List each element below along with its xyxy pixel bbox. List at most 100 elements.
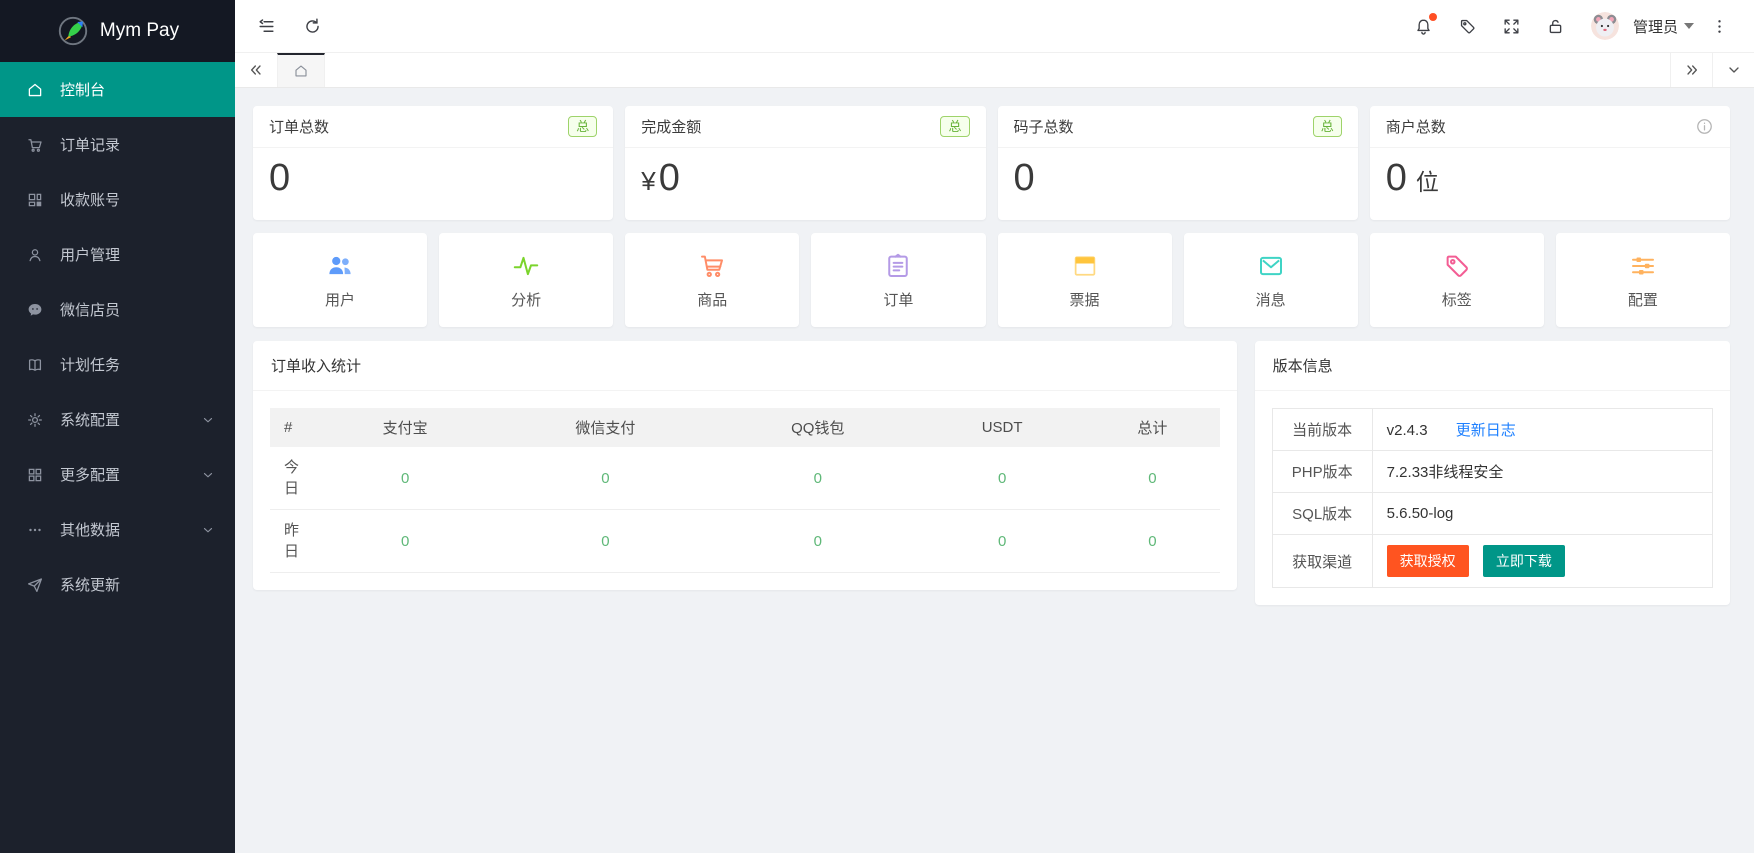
column-header: 总计 bbox=[1085, 408, 1220, 447]
sidebar-menu: 控制台 订单记录 收款账号 用户管理 bbox=[0, 62, 235, 853]
send-icon bbox=[26, 576, 44, 594]
avatar-image bbox=[1591, 12, 1619, 40]
lock-screen-button[interactable] bbox=[1537, 7, 1575, 45]
sidebar-item-system-config[interactable]: 系统配置 bbox=[0, 392, 235, 447]
sidebar-item-payment-accounts[interactable]: 收款账号 bbox=[0, 172, 235, 227]
get-authorization-button[interactable]: 获取授权 bbox=[1387, 545, 1469, 577]
shortcut-label: 商品 bbox=[697, 289, 727, 310]
stat-card-title: 订单总数 bbox=[269, 116, 329, 137]
stat-card-total-merchants: 商户总数 0 位 bbox=[1370, 106, 1730, 220]
tab-home[interactable] bbox=[277, 53, 325, 87]
column-header: 微信支付 bbox=[494, 408, 716, 447]
tabs-scroll-right-button[interactable] bbox=[1670, 53, 1712, 87]
cell-value: 0 bbox=[716, 510, 919, 573]
sidebar-item-label: 收款账号 bbox=[60, 189, 215, 210]
download-now-button[interactable]: 立即下载 bbox=[1483, 545, 1565, 577]
panels-row: 订单收入统计 # 支付宝 微信支付 QQ钱包 USDT 总计 bbox=[253, 341, 1730, 605]
version-info-panel: 版本信息 当前版本 v2.4.3 更新日志 PHP版本 bbox=[1255, 341, 1730, 605]
shortcut-orders[interactable]: 订单 bbox=[811, 233, 985, 327]
sidebar-item-scheduled-tasks[interactable]: 计划任务 bbox=[0, 337, 235, 392]
cell-value: 0 bbox=[1085, 510, 1220, 573]
tabs-scroll-left-button[interactable] bbox=[235, 53, 277, 87]
info-icon[interactable] bbox=[1695, 117, 1714, 136]
shortcut-messages[interactable]: 消息 bbox=[1184, 233, 1358, 327]
sidebar-item-system-update[interactable]: 系统更新 bbox=[0, 557, 235, 612]
more-options-button[interactable] bbox=[1700, 7, 1738, 45]
sidebar-item-other-data[interactable]: 其他数据 bbox=[0, 502, 235, 557]
dashboard-content: 订单总数 总 0 完成金额 总 ¥ 0 bbox=[235, 88, 1754, 853]
components-icon bbox=[26, 191, 44, 209]
top-bar: 管理员 bbox=[235, 0, 1754, 53]
stat-card-value: 0 bbox=[269, 157, 290, 200]
shortcut-users[interactable]: 用户 bbox=[253, 233, 427, 327]
row-label: 今日 bbox=[270, 447, 316, 510]
stat-card-total-orders: 订单总数 总 0 bbox=[253, 106, 613, 220]
cell-value: 0 bbox=[1085, 447, 1220, 510]
chevron-down-icon bbox=[201, 523, 215, 537]
tab-bar bbox=[235, 53, 1754, 88]
row-label: 获取渠道 bbox=[1272, 535, 1372, 588]
stat-card-title: 商户总数 bbox=[1386, 116, 1446, 137]
sidebar-item-order-records[interactable]: 订单记录 bbox=[0, 117, 235, 172]
shortcut-label: 标签 bbox=[1442, 289, 1472, 310]
table-header-row: # 支付宝 微信支付 QQ钱包 USDT 总计 bbox=[270, 408, 1220, 447]
tag-tool-button[interactable] bbox=[1449, 7, 1487, 45]
table-row-yesterday: 昨日 0 0 0 0 0 bbox=[270, 510, 1220, 573]
cell-value: 0 bbox=[919, 510, 1085, 573]
sidebar-item-dashboard[interactable]: 控制台 bbox=[0, 62, 235, 117]
tag-icon bbox=[1442, 250, 1472, 282]
sidebar-item-label: 微信店员 bbox=[60, 299, 215, 320]
refresh-button[interactable] bbox=[293, 7, 331, 45]
shortcut-label: 用户 bbox=[325, 289, 355, 310]
wechat-icon bbox=[26, 301, 44, 319]
tabs-menu-button[interactable] bbox=[1712, 53, 1754, 87]
stat-cards-row: 订单总数 总 0 完成金额 总 ¥ 0 bbox=[253, 106, 1730, 220]
shortcut-tickets[interactable]: 票据 bbox=[998, 233, 1172, 327]
grid-icon bbox=[26, 466, 44, 484]
row-label: 当前版本 bbox=[1272, 409, 1372, 451]
sidebar-item-label: 用户管理 bbox=[60, 244, 215, 265]
shortcut-analytics[interactable]: 分析 bbox=[439, 233, 613, 327]
sidebar-item-label: 更多配置 bbox=[60, 464, 201, 485]
sidebar-item-wechat-clerk[interactable]: 微信店员 bbox=[0, 282, 235, 337]
sidebar-item-label: 控制台 bbox=[60, 79, 215, 100]
sidebar-item-label: 订单记录 bbox=[60, 134, 215, 155]
shortcut-tags[interactable]: 标签 bbox=[1370, 233, 1544, 327]
panel-title: 版本信息 bbox=[1255, 341, 1730, 391]
fullscreen-button[interactable] bbox=[1493, 7, 1531, 45]
sidebar-item-user-management[interactable]: 用户管理 bbox=[0, 227, 235, 282]
total-badge: 总 bbox=[940, 116, 969, 137]
collapse-menu-button[interactable] bbox=[247, 7, 285, 45]
double-chevron-left-icon bbox=[248, 62, 264, 78]
shortcut-products[interactable]: 商品 bbox=[625, 233, 799, 327]
shortcut-settings[interactable]: 配置 bbox=[1556, 233, 1730, 327]
sliders-icon bbox=[1628, 250, 1658, 282]
version-row-sql: SQL版本 5.6.50-log bbox=[1272, 493, 1712, 535]
column-header: 支付宝 bbox=[316, 408, 494, 447]
column-header: # bbox=[270, 408, 316, 447]
avatar[interactable] bbox=[1591, 12, 1619, 40]
column-header: QQ钱包 bbox=[716, 408, 919, 447]
tag-icon bbox=[1458, 17, 1477, 36]
brand-logo: Mym Pay bbox=[0, 0, 235, 62]
brand-name: Mym Pay bbox=[100, 20, 179, 42]
version-row-php: PHP版本 7.2.33非线程安全 bbox=[1272, 451, 1712, 493]
changelog-link[interactable]: 更新日志 bbox=[1456, 422, 1516, 439]
stat-card-title: 完成金额 bbox=[641, 116, 701, 137]
row-label: PHP版本 bbox=[1272, 451, 1372, 493]
shortcut-label: 票据 bbox=[1070, 289, 1100, 310]
window-icon bbox=[1070, 250, 1100, 282]
notifications-button[interactable] bbox=[1405, 7, 1443, 45]
double-chevron-right-icon bbox=[1684, 62, 1700, 78]
total-badge: 总 bbox=[568, 116, 597, 137]
stat-card-title: 码子总数 bbox=[1014, 116, 1074, 137]
notification-badge-dot bbox=[1429, 13, 1437, 21]
row-label: 昨日 bbox=[270, 510, 316, 573]
version-table: 当前版本 v2.4.3 更新日志 PHP版本 7.2.33非线程安全 bbox=[1272, 408, 1713, 588]
sidebar-item-label: 系统配置 bbox=[60, 409, 201, 430]
user-menu[interactable]: 管理员 bbox=[1633, 16, 1694, 37]
currency-symbol: ¥ bbox=[641, 166, 655, 197]
cell-value: 0 bbox=[494, 447, 716, 510]
sidebar-item-more-config[interactable]: 更多配置 bbox=[0, 447, 235, 502]
cell-value: 0 bbox=[919, 447, 1085, 510]
